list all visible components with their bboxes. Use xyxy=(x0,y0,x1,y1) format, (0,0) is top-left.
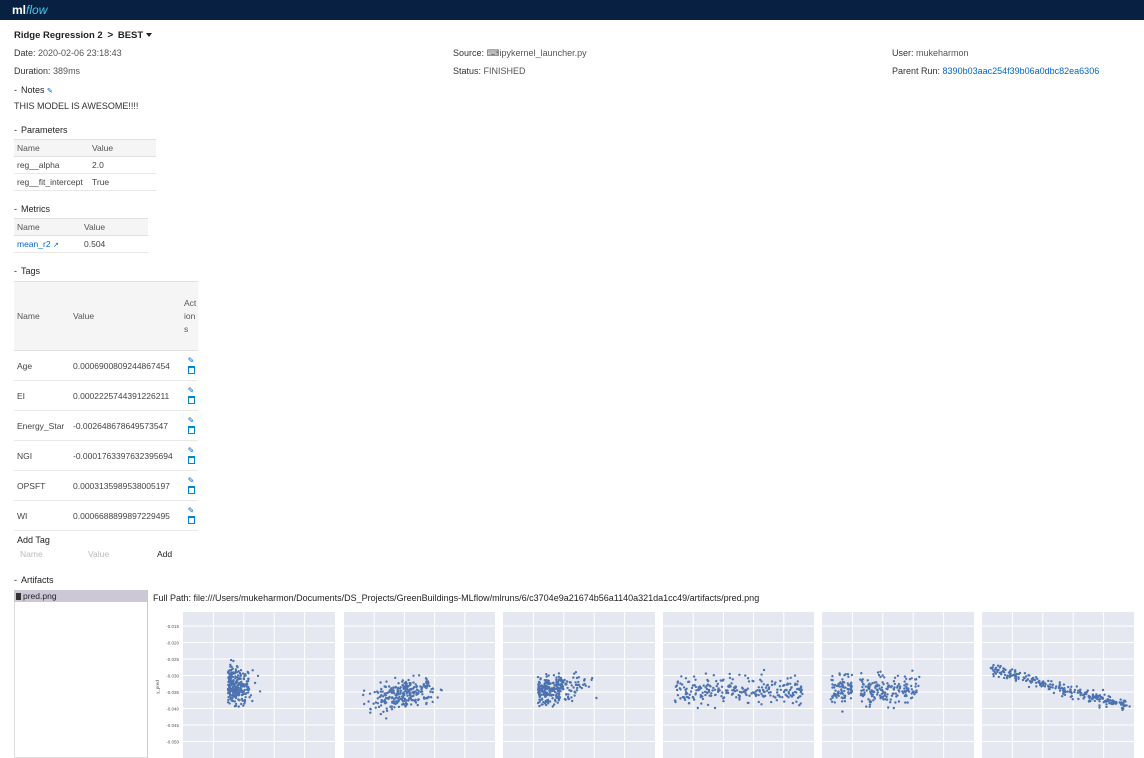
tag-name: WI xyxy=(14,500,70,531)
table-row: Energy_Star -0.002648678649573547 ✎ xyxy=(14,410,198,441)
tag-value: 0.0006900809244867454 xyxy=(70,350,184,381)
add-tag-title: Add Tag xyxy=(17,535,50,545)
y-tick-label: -0.050 xyxy=(166,740,179,745)
edit-icon[interactable]: ✎ xyxy=(184,446,198,456)
table-row: EI 0.0002225744391226211 ✎ xyxy=(14,380,198,411)
edit-icon[interactable]: ✎ xyxy=(184,476,198,486)
table-row: reg__alpha 2.0 xyxy=(14,156,156,174)
trash-icon[interactable] xyxy=(187,485,195,494)
notes-section-header[interactable]: - Notes ✎ xyxy=(14,85,53,95)
scatter-panel xyxy=(503,612,655,758)
run-duration: Duration: 389ms xyxy=(14,66,81,76)
notes-text: THIS MODEL IS AWESOME!!!! xyxy=(14,101,139,111)
param-value-header: Value xyxy=(89,139,156,157)
scatter-panel xyxy=(982,612,1134,758)
tag-name-input[interactable]: Name xyxy=(20,549,43,559)
y-axis: -0.015 -0.020 -0.025 -0.030 -0.035 -0.040 -0.0… xyxy=(155,624,179,745)
run-source: Source: ⌨ipykernel_launcher.py xyxy=(453,48,587,58)
table-row: mean_r2 ↗ 0.504 xyxy=(14,235,148,253)
trash-icon[interactable] xyxy=(187,365,195,374)
metric-value: 0.504 xyxy=(81,235,148,253)
run-user: User: mukeharmon xyxy=(892,48,969,58)
tag-name: OPSFT xyxy=(14,470,70,501)
trash-icon[interactable] xyxy=(187,455,195,464)
edit-icon[interactable]: ✎ xyxy=(184,356,198,366)
y-tick-label: -0.030 xyxy=(166,674,179,679)
chevron-right-icon: > xyxy=(107,30,114,41)
tag-value-header: Value xyxy=(70,281,184,351)
run-title: Ridge Regression 2 > BEST xyxy=(14,30,153,41)
artifact-full-path: Full Path: file:///Users/mukeharmon/Docu… xyxy=(153,593,760,603)
table-row: WI 0.0006688899897229495 ✎ xyxy=(14,500,198,531)
tags-section-header[interactable]: - Tags xyxy=(14,266,40,276)
artifact-file-item[interactable]: pred.png xyxy=(14,590,148,602)
run-name: Ridge Regression 2 xyxy=(14,30,103,41)
mlflow-logo[interactable]: mlflow xyxy=(12,3,47,17)
tag-value: -0.0001763397632395694 xyxy=(70,440,184,471)
add-tag-button[interactable]: Add xyxy=(157,549,172,559)
caret-down-icon xyxy=(146,33,153,37)
parameters-section-header[interactable]: - Parameters xyxy=(14,125,68,135)
tag-value-input[interactable]: Value xyxy=(88,549,109,559)
artifact-tree xyxy=(14,590,148,758)
scatter-panel xyxy=(822,612,974,758)
parent-run-link[interactable]: 8390b03aac254f39b06a0dbc82ea6306 xyxy=(943,66,1100,76)
y-tick-label: -0.045 xyxy=(166,723,179,728)
scatter-panel xyxy=(344,612,495,758)
param-value: 2.0 xyxy=(89,156,156,174)
table-row: NGI -0.0001763397632395694 ✎ xyxy=(14,440,198,471)
scatter-panel xyxy=(663,612,814,758)
y-axis-label: y_pred xyxy=(155,680,160,694)
tag-name: NGI xyxy=(14,440,70,471)
chart-icon[interactable]: ↗ xyxy=(53,242,59,249)
tag-name: Age xyxy=(14,350,70,381)
metric-name-header: Name xyxy=(14,218,81,236)
parameters-table: Name Value reg__alpha 2.0 reg__fit_interce… xyxy=(14,139,156,191)
run-status: Status: FINISHED xyxy=(453,66,526,76)
y-tick-label: -0.035 xyxy=(166,690,179,695)
tag-name-header: Name xyxy=(14,281,70,351)
code-icon: ⌨ xyxy=(486,48,500,58)
file-icon xyxy=(16,593,21,600)
y-tick-label: -0.020 xyxy=(166,641,179,646)
top-navbar: mlflow xyxy=(0,0,1144,20)
param-name: reg__fit_intercept xyxy=(14,173,89,191)
table-row: OPSFT 0.0003135989538005197 ✎ xyxy=(14,470,198,501)
edit-icon[interactable]: ✎ xyxy=(184,416,198,426)
tags-table: Name Value Actions Age 0.0006900809244867… xyxy=(14,281,198,531)
edit-icon[interactable]: ✎ xyxy=(184,386,198,396)
trash-icon[interactable] xyxy=(187,395,195,404)
tag-value: 0.0006688899897229495 xyxy=(70,500,184,531)
metric-link[interactable]: mean_r2 xyxy=(17,239,51,249)
table-row: Age 0.0006900809244867454 ✎ xyxy=(14,350,198,381)
y-tick-label: -0.025 xyxy=(166,657,179,662)
table-row: reg__fit_intercept True xyxy=(14,173,156,191)
tag-name: EI xyxy=(14,380,70,411)
best-dropdown[interactable]: BEST xyxy=(118,30,153,41)
metric-value-header: Value xyxy=(81,218,148,236)
tag-name: Energy_Star xyxy=(14,410,70,441)
tag-value: -0.002648678649573547 xyxy=(70,410,184,441)
edit-icon[interactable]: ✎ xyxy=(184,506,198,516)
param-name-header: Name xyxy=(14,139,89,157)
scatter-panel xyxy=(183,612,335,758)
artifacts-section-header[interactable]: - Artifacts xyxy=(14,575,54,585)
trash-icon[interactable] xyxy=(187,515,195,524)
param-name: reg__alpha xyxy=(14,156,89,174)
metrics-section-header[interactable]: - Metrics xyxy=(14,204,50,214)
run-parent: Parent Run: 8390b03aac254f39b06a0dbc82ea… xyxy=(892,66,1100,76)
run-date: Date: 2020-02-06 23:18:43 xyxy=(14,48,122,58)
metrics-table: Name Value mean_r2 ↗ 0.504 xyxy=(14,218,148,253)
tag-value: 0.0002225744391226211 xyxy=(70,380,184,411)
y-tick-label: -0.015 xyxy=(166,624,179,629)
tag-value: 0.0003135989538005197 xyxy=(70,470,184,501)
y-tick-label: -0.040 xyxy=(166,707,179,712)
param-value: True xyxy=(89,173,156,191)
trash-icon[interactable] xyxy=(187,425,195,434)
tag-actions-header: Actions xyxy=(184,281,198,351)
edit-notes-icon[interactable]: ✎ xyxy=(47,88,53,95)
